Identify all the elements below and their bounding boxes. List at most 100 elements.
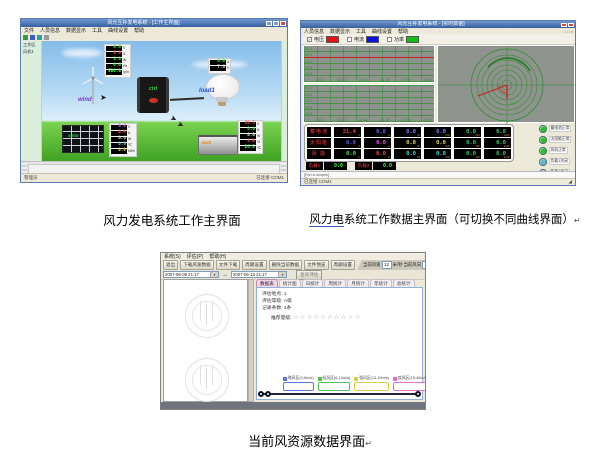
lcd-unit: ℃: [128, 143, 132, 148]
meter-unit: Wh: [476, 134, 481, 138]
meter-cell: 0.0 A: [364, 127, 391, 137]
load-meter-panel: 0.0 A 7.6 V: [208, 58, 231, 74]
load-meter-label: 负载2: [355, 162, 372, 170]
toolbar-button[interactable]: 退出: [163, 260, 178, 270]
connect-icon[interactable]: [23, 35, 28, 40]
menu-item[interactable]: 数据显示: [63, 27, 89, 34]
win1-title: 风光互补发电系统 - [工作主界面]: [21, 19, 266, 27]
form-label: 记录条数:: [262, 306, 283, 311]
menu-item[interactable]: 帮助(H): [206, 253, 229, 260]
menu-item[interactable]: 人员信息: [37, 27, 63, 34]
x-tick: 21:20: [423, 118, 432, 122]
wind-zone-top: 轻风区(6-13m/s): [318, 376, 351, 381]
indicator-label: 太阳能正常: [549, 136, 572, 143]
toolbar-button[interactable]: 删除当前数据: [269, 260, 303, 270]
x-axis-ticks: 21:1021:1221:1421:1621:1821:20: [316, 118, 432, 122]
meter-value: 0.0: [406, 149, 416, 159]
tree-item[interactable]: 工作区: [21, 41, 41, 48]
curve-legend-item[interactable]: 功率: [387, 36, 419, 43]
status-user: 管理员: [24, 175, 38, 181]
win2-window-buttons: [561, 23, 574, 27]
wind-direction-polar-chart: [437, 45, 575, 123]
data-icon[interactable]: [30, 35, 35, 40]
wind-zone-item: 轻风区(6-13m/s): [318, 376, 351, 391]
close-button[interactable]: [280, 21, 286, 26]
x-tick: 21:16: [380, 78, 389, 82]
checkbox[interactable]: [347, 37, 352, 42]
meter-row-label: 风 能: [307, 149, 331, 159]
y-tick: 30.0: [305, 60, 312, 64]
close-button[interactable]: [568, 23, 574, 27]
curve-legend-toolbar: ✓ 电压 电流 功率: [301, 34, 575, 45]
load-meter-value: 0.0: [373, 162, 396, 170]
lcd-unit: A: [257, 128, 259, 133]
time-range-slider[interactable]: [260, 393, 419, 395]
resize-grip[interactable]: ◢: [569, 179, 572, 185]
toolbar-button[interactable]: 文件预览: [304, 260, 328, 270]
checkbox[interactable]: [387, 37, 392, 42]
curve-legend-item[interactable]: 电流: [347, 36, 379, 43]
settings-icon[interactable]: [44, 35, 49, 40]
slider-handle-right[interactable]: [415, 391, 421, 397]
meter-unit: V: [358, 134, 360, 138]
load-meter: 负载2 0.0: [355, 162, 396, 170]
toolbar-button[interactable]: 下载风速数据: [180, 260, 214, 270]
maximize-button[interactable]: [273, 21, 279, 26]
curve-legend-item[interactable]: ✓ 电压: [307, 36, 339, 43]
menu-item[interactable]: 系统(S): [161, 253, 184, 260]
toolbar-button[interactable]: 文件下载: [216, 260, 240, 270]
zone-color-swatch: [393, 377, 397, 381]
slider-handle-left2[interactable]: [265, 391, 271, 397]
vertical-scrollbar[interactable]: [248, 279, 254, 402]
tree-item[interactable]: 风机1: [21, 48, 41, 55]
dropdown-arrow-icon[interactable]: ▾: [278, 272, 286, 277]
voltage-trace: [304, 57, 434, 58]
caption-win3: 当前风资源数据界面↵: [177, 431, 443, 450]
mdi-window-controls[interactable]: – □ ×: [564, 29, 575, 34]
menu-item[interactable]: 曲线设置: [105, 27, 131, 34]
meter-cell: 0.0 kWh: [484, 149, 511, 159]
lcd-value: 500.0: [106, 70, 122, 75]
paragraph-mark: ↵: [574, 216, 581, 225]
query-button[interactable]: 查询评估: [296, 270, 322, 280]
rating-line: 推荐量级: ☆☆☆☆☆☆☆☆☆☆: [271, 313, 361, 321]
close-button[interactable]: [561, 23, 567, 27]
window-wind-resource: 系统(S) 评估(P) 帮助(H) 退出 下载风速数据 文件下载 周期设置 删除…: [160, 252, 426, 410]
slider-handle-left[interactable]: [258, 391, 264, 397]
menu-item[interactable]: 工具: [89, 27, 105, 34]
load-meter-value: 0.0: [324, 162, 347, 170]
toolbar-button[interactable]: 周期设置: [242, 260, 266, 270]
zone-value-box: [283, 382, 314, 391]
menu-item[interactable]: 评估(P): [184, 253, 207, 260]
date-to-combobox[interactable]: 2007-06-13 21:17 ▾: [231, 271, 287, 278]
zone-label: 强风区(13-19m/s): [359, 376, 389, 381]
caption-win1: 风力发电系统工作主界面: [42, 210, 302, 229]
lcd-row: 500.0 rpm: [106, 70, 129, 75]
menu-item[interactable]: 帮助: [131, 27, 147, 34]
chart-icon[interactable]: [37, 35, 42, 40]
menu-item[interactable]: 文件: [21, 27, 37, 34]
curve-legend-label: 功率: [394, 36, 404, 43]
y-tick: 20.0: [305, 66, 312, 70]
status-connection: 已连接 COM1: [256, 175, 284, 181]
indicator-dot: [539, 147, 547, 155]
date-from-combobox[interactable]: 2007-06-08 21:17 ▾: [163, 271, 219, 278]
meter-value: 0.0: [436, 138, 446, 148]
toolbar-button[interactable]: 周期设置: [331, 260, 355, 270]
minimize-button[interactable]: [266, 21, 272, 26]
meter-unit: kW: [446, 145, 450, 149]
meter-unit: A: [388, 145, 390, 149]
wind-zone-top: 微风区(0-5m/s): [283, 376, 314, 381]
win1-statusbar: 管理员 已连接 COM1: [21, 173, 287, 182]
zone-color-swatch: [318, 377, 322, 381]
indicator-label: 负载1关闭: [549, 158, 570, 165]
indicator-label: 风机正常: [549, 147, 568, 154]
checkbox[interactable]: ✓: [307, 37, 312, 42]
lcd-value: 7.6: [210, 66, 226, 71]
indicator-dot: [539, 125, 547, 133]
lcd-unit: %: [257, 140, 260, 145]
meter-row-label: 太阳能: [307, 138, 331, 148]
dropdown-arrow-icon[interactable]: ▾: [210, 272, 218, 277]
meter-unit: W: [417, 134, 420, 138]
meter-value: 0.0: [346, 138, 356, 148]
